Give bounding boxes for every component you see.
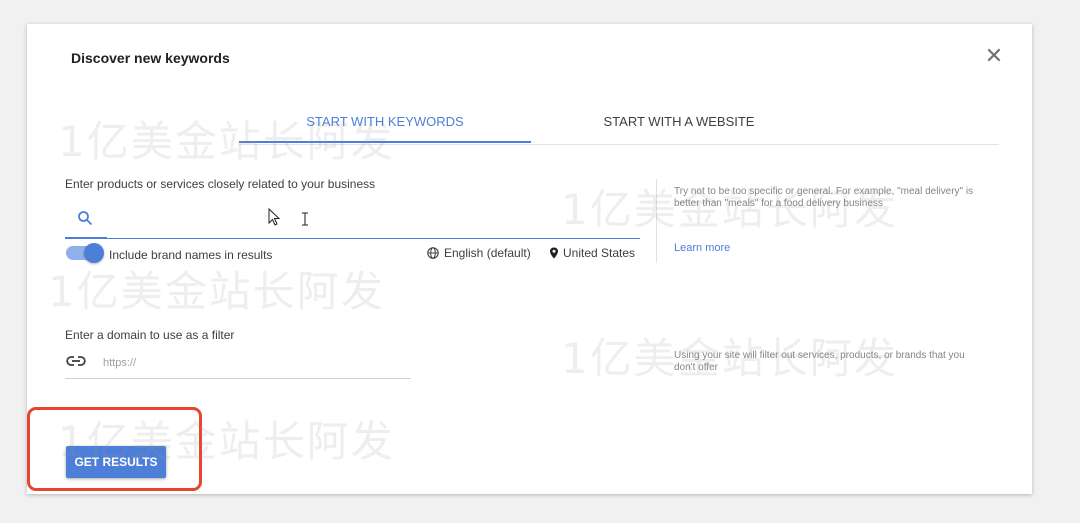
domain-field-label: Enter a domain to use as a filter	[65, 328, 235, 342]
watermark: 1亿美金站长阿发	[48, 267, 385, 316]
language-selector[interactable]: English (default)	[427, 246, 531, 260]
watermark: 1亿美金站长阿发	[58, 117, 395, 166]
tab-start-with-website[interactable]: START WITH A WEBSITE	[594, 114, 764, 141]
watermark: 1亿美金站长阿发	[58, 417, 395, 466]
keyword-search-tab[interactable]	[65, 202, 107, 239]
search-icon	[78, 211, 93, 226]
location-pin-icon	[550, 247, 558, 259]
dialog-title: Discover new keywords	[71, 50, 230, 66]
domain-input[interactable]	[101, 350, 405, 376]
text-cursor-icon	[302, 212, 308, 226]
language-value: English (default)	[444, 246, 531, 260]
close-icon[interactable]: ✕	[982, 44, 1006, 68]
location-value: United States	[563, 246, 636, 260]
link-icon	[66, 356, 86, 366]
watermark: 1亿美金站长阿发	[561, 185, 898, 234]
keywords-field-label: Enter products or services closely relat…	[65, 177, 376, 191]
location-selector[interactable]: United States	[549, 246, 635, 260]
mouse-pointer-icon	[268, 208, 281, 226]
watermark: 1亿美金站长阿发	[561, 334, 898, 383]
learn-more-link[interactable]: Learn more	[674, 242, 730, 254]
keywords-input[interactable]	[65, 202, 640, 239]
globe-icon	[427, 247, 439, 259]
domain-filter-row	[65, 348, 411, 379]
